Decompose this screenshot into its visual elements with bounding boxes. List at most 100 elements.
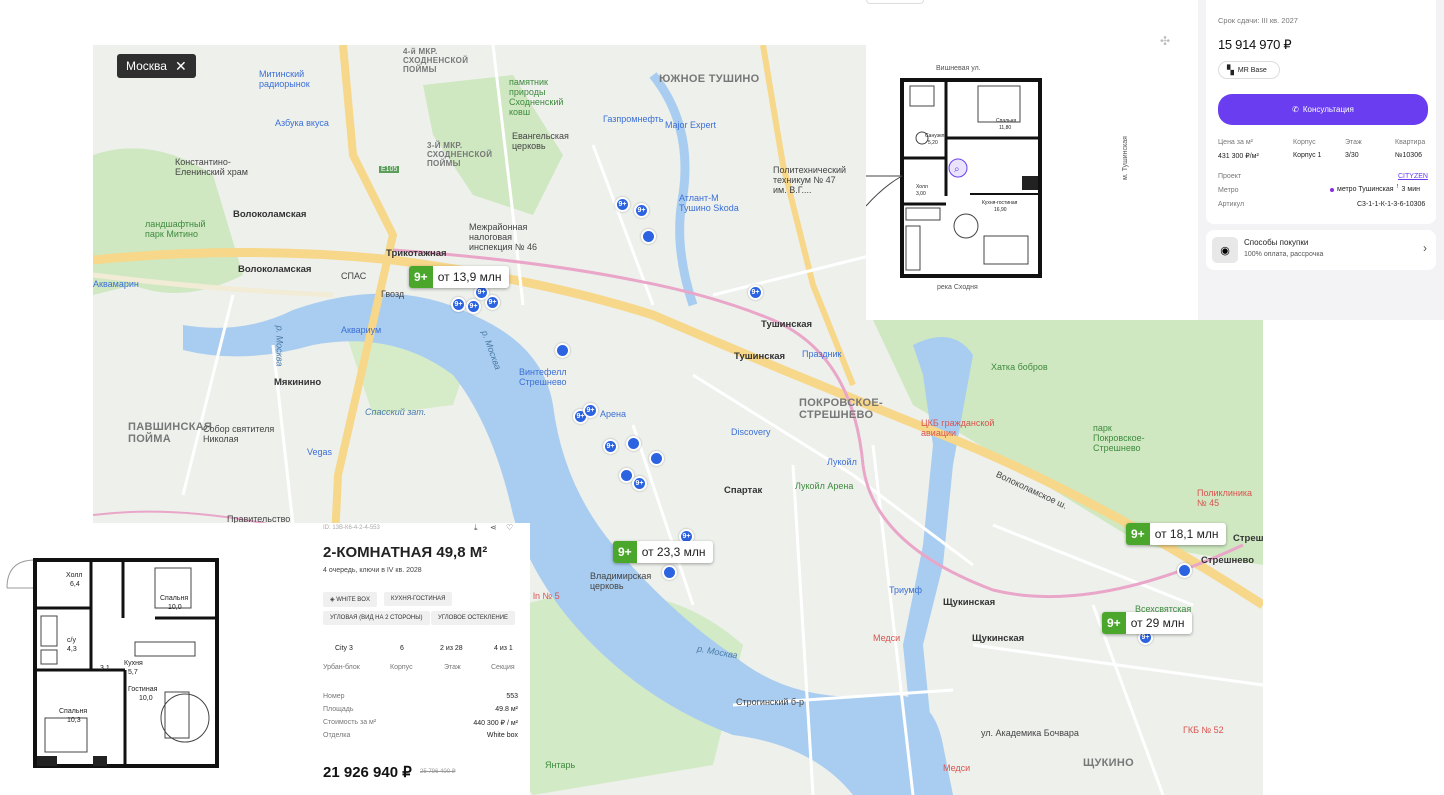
- download-icon[interactable]: ⤓: [474, 523, 478, 533]
- payment-methods-row[interactable]: ◉ Способы покупки 100% оплата, рассрочка…: [1206, 230, 1436, 270]
- listing-cluster[interactable]: 9+: [634, 203, 649, 218]
- map-label: Аквариум: [341, 325, 382, 335]
- payment-subtitle: 100% оплата, рассрочка: [1244, 251, 1324, 258]
- map-label: Праздник: [802, 349, 842, 359]
- stat-label: Квартира: [1395, 139, 1426, 146]
- listing-cluster[interactable]: 9+: [603, 439, 618, 454]
- listing-cluster[interactable]: 9+: [632, 476, 647, 491]
- room-area: 10,0: [139, 695, 153, 702]
- metro-direction-label: м. Тушинская: [1122, 136, 1129, 180]
- map-label: Медси: [943, 763, 971, 773]
- consultation-button[interactable]: ✆ Консультация: [1218, 94, 1428, 125]
- room-label: Кухня-гостиная: [982, 200, 1018, 206]
- deadline-text: Срок сдачи: III кв. 2027: [1218, 16, 1298, 25]
- listing-marker[interactable]: [662, 565, 677, 580]
- price-pin[interactable]: 9+ от 23,3 млн: [613, 541, 713, 563]
- listing-cluster[interactable]: 9+: [615, 197, 630, 212]
- listing-cluster[interactable]: 9+: [466, 299, 481, 314]
- metro-time: 3 мин: [1401, 186, 1420, 193]
- map-label: ландшафтный парк Митино: [145, 219, 206, 239]
- map-label: Межрайонная налоговая инспекция № 46: [469, 222, 538, 252]
- map-label: Стрешнево: [1201, 555, 1255, 566]
- finish-label: MR Base: [1237, 66, 1267, 74]
- close-icon[interactable]: ✕: [175, 59, 187, 73]
- map-label: Щукинская: [972, 633, 1025, 644]
- room-area: 5,20: [928, 140, 938, 146]
- room-area: 3,1: [100, 665, 110, 672]
- map-label: Атлант-М Тушино Skoda: [679, 193, 739, 213]
- detail-value: 440 300 ₽ / м²: [473, 720, 518, 727]
- article-label: Артикул: [1218, 201, 1245, 208]
- price-pin[interactable]: 9+ от 18,1 млн: [1126, 523, 1226, 545]
- room-label: Спальня: [996, 118, 1017, 124]
- heart-icon[interactable]: ♡: [506, 523, 513, 532]
- stat-label: Урбан-блок: [323, 664, 360, 671]
- chevron-right-icon: ›: [1423, 241, 1427, 255]
- pin-count: 9+: [1126, 523, 1150, 545]
- map-label: Мякинино: [274, 377, 322, 388]
- brush-icon: ▚: [1227, 64, 1234, 75]
- listing-cluster[interactable]: 9+: [583, 403, 598, 418]
- map-label: Медси: [873, 633, 901, 643]
- city-filter-chip[interactable]: Москва ✕: [117, 54, 196, 78]
- pin-price: от 13,9 млн: [437, 270, 502, 284]
- flat-subtitle: 4 очередь, ключи в IV кв. 2028: [323, 567, 422, 574]
- metro-name: метро Тушинская: [1337, 186, 1394, 193]
- map-label: Константино- Еленинский храм: [175, 157, 248, 177]
- floor-plan-drawing-2: [6, 558, 219, 768]
- metro-dot-icon: [1330, 187, 1334, 192]
- listing-marker[interactable]: [626, 436, 641, 451]
- map-label: ПОКРОВСКОЕ- СТРЕШНЕВО: [799, 397, 883, 421]
- detail-key: Отделка: [323, 732, 351, 739]
- project-label: Проект: [1218, 173, 1242, 180]
- consultation-label: Консультация: [1302, 105, 1354, 114]
- city-chip-label: Москва: [126, 59, 167, 73]
- chip-label: УГЛОВОЕ ОСТЕКЛЕНИЕ: [438, 615, 509, 621]
- map-label: Гвозд: [381, 289, 405, 299]
- share-icon[interactable]: ⋖: [490, 523, 497, 532]
- stat-value: City 3: [335, 645, 353, 652]
- map-label: Евангельская церковь: [512, 131, 569, 151]
- tab-handle[interactable]: [866, 0, 924, 4]
- payment-title: Способы покупки: [1244, 238, 1309, 247]
- map-label: Лукойл: [827, 457, 857, 467]
- price-pin[interactable]: 9+ от 29 млн: [1102, 612, 1192, 634]
- listing-marker[interactable]: [555, 343, 570, 358]
- chip-label: КУХНЯ-ГОСТИНАЯ: [391, 596, 446, 602]
- metro-info: метро Тушинская ꜝ 3 мин: [1330, 186, 1420, 193]
- map-label: ЦКБ гражданской авиации: [921, 418, 995, 438]
- map-label: Янтарь: [545, 760, 576, 770]
- compass-icon: ✣: [1160, 34, 1171, 48]
- map-label: Лукойл Арена: [795, 481, 854, 491]
- map-label: ГКБ № 52: [1183, 725, 1224, 735]
- flat-price-2: 21 926 940 ₽: [323, 764, 412, 781]
- map-label: Митинский радиорынок: [259, 69, 310, 89]
- map-label: Discovery: [731, 427, 771, 437]
- listing-cluster[interactable]: 9+: [451, 297, 466, 312]
- pin-count: 9+: [409, 266, 433, 288]
- detail-key: Площадь: [323, 706, 354, 713]
- listing-marker[interactable]: [1177, 563, 1192, 578]
- project-link[interactable]: CITYZEN: [1398, 173, 1428, 180]
- price-pin[interactable]: 9+ от 13,9 млн: [409, 266, 509, 288]
- map-label: СПАС: [341, 271, 367, 281]
- map-label: Собор святителя Николая: [203, 424, 275, 444]
- coins-icon: ◉: [1212, 237, 1238, 263]
- map-label: Газпромнефть: [603, 114, 664, 124]
- listing-marker[interactable]: [649, 451, 664, 466]
- map-label: Аквамарин: [93, 279, 139, 289]
- finish-tag[interactable]: ▚ MR Base: [1218, 61, 1280, 79]
- listing-cluster[interactable]: 9+: [748, 285, 763, 300]
- map-label: Волоколамская: [238, 264, 312, 275]
- detail-value: 553: [506, 693, 518, 700]
- flat-info-panel: Срок сдачи: III кв. 2027 15 914 970 ₽ ▚ …: [1198, 0, 1444, 320]
- map-label: ЮЖНОЕ ТУШИНО: [659, 73, 760, 85]
- room-area: 16,90: [994, 207, 1007, 213]
- flat-plan-panel: ✣ Вишневая ул. м. Тушинская река Сходня …: [866, 0, 1198, 320]
- map-label: р. Москва: [274, 325, 285, 367]
- room-area: 3,00: [916, 191, 926, 197]
- listing-marker[interactable]: [641, 229, 656, 244]
- stat-value: 3/30: [1345, 152, 1359, 159]
- detail-value: White box: [486, 732, 518, 739]
- flat-id: ID: 13B-К6-4-2-4-553: [323, 525, 380, 531]
